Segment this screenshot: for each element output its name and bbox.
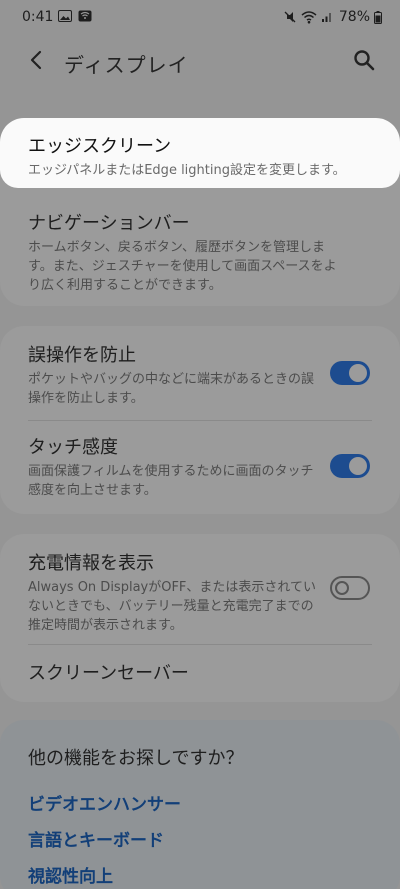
- divider: [28, 644, 372, 645]
- link-video-enhancer[interactable]: ビデオエンハンサー: [28, 790, 181, 815]
- setting-screensaver[interactable]: スクリーンセーバー: [28, 662, 348, 686]
- battery-icon: [374, 10, 382, 24]
- wifi-icon: [301, 10, 317, 24]
- notification-icon: [78, 10, 92, 22]
- signal-icon: [321, 11, 333, 23]
- status-bar: 0:41 78%: [0, 0, 400, 36]
- charging-info-desc: Always On DisplayがOFF、または表示されていないときでも、バッ…: [28, 580, 317, 633]
- touch-sensitivity-toggle[interactable]: [330, 454, 370, 478]
- touch-sensitivity-title: タッチ感度: [28, 437, 118, 458]
- image-icon: [58, 10, 72, 22]
- link-visibility[interactable]: 視認性向上: [28, 862, 113, 887]
- status-left-icons: [58, 10, 92, 22]
- more-features-title: 他の機能をお探しですか？: [28, 748, 244, 769]
- accidental-touch-desc: ポケットやバッグの中などに端末があるときの誤操作を防止します。: [28, 372, 315, 406]
- touch-sensitivity-desc: 画面保護フィルムを使用するために画面のタッチ感度を向上させます。: [28, 464, 314, 498]
- status-right-icons: 78%: [283, 9, 382, 25]
- status-time: 0:41: [22, 9, 54, 25]
- divider: [28, 420, 372, 421]
- card-touch: 誤操作を防止 ポケットやバッグの中などに端末があるときの誤操作を防止します。 タ…: [0, 326, 400, 514]
- toggle-knob: [349, 364, 367, 382]
- navigation-bar-desc: ホームボタン、戻るボタン、履歴ボタンを管理します。また、ジェスチャーを使用して画…: [28, 240, 337, 293]
- navigation-bar-title: ナビゲーションバー: [28, 213, 190, 234]
- page-title: ディスプレイ: [64, 53, 189, 77]
- back-arrow-icon: [29, 50, 43, 74]
- toggle-knob: [349, 457, 367, 475]
- mute-icon: [283, 10, 297, 24]
- more-features-card: 他の機能をお探しですか？ ビデオエンハンサー 言語とキーボード 視認性向上: [0, 720, 400, 889]
- charging-info-title: 充電情報を表示: [28, 553, 154, 574]
- search-icon: [353, 49, 375, 75]
- search-button[interactable]: [350, 48, 378, 76]
- setting-accidental-touch[interactable]: 誤操作を防止 ポケットやバッグの中などに端末があるときの誤操作を防止します。: [28, 344, 318, 408]
- link-language-keyboard[interactable]: 言語とキーボード: [28, 826, 164, 851]
- setting-navigation-bar[interactable]: ナビゲーションバー ホームボタン、戻るボタン、履歴ボタンを管理します。また、ジェ…: [28, 212, 348, 295]
- screensaver-title: スクリーンセーバー: [28, 663, 189, 684]
- accidental-touch-title: 誤操作を防止: [28, 345, 136, 366]
- setting-charging-info[interactable]: 充電情報を表示 Always On DisplayがOFF、または表示されていな…: [28, 552, 318, 635]
- setting-edge-screen[interactable]: エッジスクリーン エッジパネルまたはEdge lighting設定を変更します。: [28, 135, 368, 180]
- edge-screen-desc: エッジパネルまたはEdge lighting設定を変更します。: [28, 163, 346, 178]
- app-bar: ディスプレイ: [0, 36, 400, 86]
- accidental-touch-toggle[interactable]: [330, 361, 370, 385]
- charging-info-toggle[interactable]: [330, 576, 370, 600]
- back-button[interactable]: [22, 48, 50, 76]
- setting-touch-sensitivity[interactable]: タッチ感度 画面保護フィルムを使用するために画面のタッチ感度を向上させます。: [28, 436, 318, 500]
- card-edge-screen-highlight: エッジスクリーン エッジパネルまたはEdge lighting設定を変更します。: [0, 118, 400, 188]
- toggle-knob: [335, 581, 349, 595]
- battery-percent: 78%: [338, 9, 370, 25]
- edge-screen-title: エッジスクリーン: [28, 136, 172, 157]
- card-charging: 充電情報を表示 Always On DisplayがOFF、または表示されていな…: [0, 534, 400, 702]
- display-settings-screen: 0:41 78% ディスプレイ ナビゲーションバー ホームボタン、戻るボタン、履…: [0, 0, 400, 889]
